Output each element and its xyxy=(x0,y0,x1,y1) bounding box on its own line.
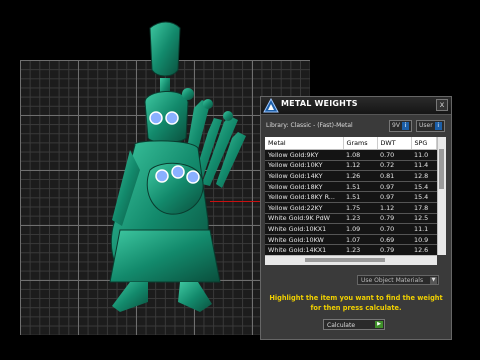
metal-weights-window: METAL WEIGHTS x Library: Classic - (Fast… xyxy=(260,96,452,340)
cell-grams: 1.23 xyxy=(343,244,377,255)
cell-metal: Yellow Gold:14KY xyxy=(265,170,343,182)
col-metal-header[interactable]: Metal xyxy=(265,137,344,150)
col-spg-header[interactable]: SPG xyxy=(411,137,437,150)
vertical-scrollbar[interactable] xyxy=(437,137,446,255)
cell-spg: 10.9 xyxy=(411,234,437,246)
cell-spg: 12.5 xyxy=(411,213,437,225)
table-row[interactable]: White Gold:9K PdW 1.23 0.79 12.5 xyxy=(265,213,437,225)
use-object-materials-label: Use Object Materials xyxy=(361,277,424,284)
cell-metal: White Gold:14KX1 xyxy=(265,244,343,255)
table-row[interactable]: Yellow Gold:18KY R... 1.51 0.97 15.4 xyxy=(265,191,437,203)
cell-metal: White Gold:9K PdW xyxy=(265,213,343,225)
use-object-materials-dropdown[interactable]: Use Object Materials ▼ xyxy=(357,275,439,285)
chevron-down-icon: ▼ xyxy=(430,277,437,284)
table-row[interactable]: Yellow Gold:22KY 1.75 1.12 17.8 xyxy=(265,202,437,214)
cell-grams: 1.75 xyxy=(343,202,377,214)
chip-9v-button[interactable]: 9V i xyxy=(389,120,412,132)
table-row[interactable]: White Gold:10KW 1.07 0.69 10.9 xyxy=(265,234,437,246)
table-row[interactable]: Yellow Gold:10KY 1.12 0.72 11.4 xyxy=(265,160,437,172)
cell-grams: 1.09 xyxy=(343,223,377,235)
cell-dwt: 0.79 xyxy=(377,244,411,255)
library-label: Library: Classic - (Fast)-Metal xyxy=(266,122,353,129)
cell-spg: 15.4 xyxy=(411,191,437,203)
cell-metal: Yellow Gold:18KY xyxy=(265,181,343,193)
cell-grams: 1.51 xyxy=(343,191,377,203)
cell-dwt: 0.72 xyxy=(377,160,411,172)
cell-dwt: 0.97 xyxy=(377,191,411,203)
chip-user-button[interactable]: User i xyxy=(416,120,445,132)
cell-spg: 11.1 xyxy=(411,223,437,235)
window-title: METAL WEIGHTS xyxy=(281,99,358,108)
col-grams-header[interactable]: Grams xyxy=(343,137,378,150)
play-icon: ▶ xyxy=(375,321,383,328)
instruction-text: Highlight the item you want to find the … xyxy=(269,294,443,312)
table-row[interactable]: Yellow Gold:18KY 1.51 0.97 15.4 xyxy=(265,181,437,193)
cell-dwt: 0.69 xyxy=(377,234,411,246)
scroll-thumb[interactable] xyxy=(439,149,444,189)
cell-dwt: 0.81 xyxy=(377,170,411,182)
chip-9v-label: 9V xyxy=(392,122,400,129)
table-row[interactable]: Yellow Gold:14KY 1.26 0.81 12.8 xyxy=(265,170,437,182)
info-icon: i xyxy=(434,122,442,130)
cell-grams: 1.07 xyxy=(343,234,377,246)
cell-metal: Yellow Gold:22KY xyxy=(265,202,343,214)
horizontal-scrollbar[interactable] xyxy=(265,255,437,265)
col-dwt-header[interactable]: DWT xyxy=(377,137,412,150)
window-titlebar[interactable]: METAL WEIGHTS x xyxy=(261,97,451,115)
table-row[interactable]: White Gold:14KX1 1.23 0.79 12.6 xyxy=(265,244,437,255)
cell-dwt: 0.70 xyxy=(377,223,411,235)
app-logo-icon xyxy=(263,98,279,113)
cell-spg: 15.4 xyxy=(411,181,437,193)
library-bar: Library: Classic - (Fast)-Metal 9V i User… xyxy=(261,115,451,137)
cell-spg: 12.6 xyxy=(411,244,437,255)
cell-dwt: 1.12 xyxy=(377,202,411,214)
table-row[interactable]: White Gold:10KX1 1.09 0.70 11.1 xyxy=(265,223,437,235)
chip-user-label: User xyxy=(419,122,433,129)
info-icon: i xyxy=(401,122,409,130)
metal-table: Metal Grams DWT SPG Yellow Gold:9KY 1.08 0… xyxy=(265,137,437,255)
cell-spg: 17.8 xyxy=(411,202,437,214)
cell-spg: 11.4 xyxy=(411,160,437,172)
cell-grams: 1.12 xyxy=(343,160,377,172)
cell-grams: 1.51 xyxy=(343,181,377,193)
cell-grams: 1.23 xyxy=(343,213,377,225)
cell-metal: Yellow Gold:18KY R... xyxy=(265,191,343,203)
cell-dwt: 0.79 xyxy=(377,213,411,225)
close-icon[interactable]: x xyxy=(436,99,448,111)
cell-metal: White Gold:10KX1 xyxy=(265,223,343,235)
cell-dwt: 0.97 xyxy=(377,181,411,193)
cell-spg: 11.0 xyxy=(411,149,437,161)
cell-metal: Yellow Gold:10KY xyxy=(265,160,343,172)
table-row[interactable]: Yellow Gold:9KY 1.08 0.70 11.0 xyxy=(265,149,437,161)
cell-grams: 1.08 xyxy=(343,149,377,161)
calculate-label: Calculate xyxy=(327,322,356,329)
scroll-thumb[interactable] xyxy=(305,258,385,262)
calculate-button[interactable]: Calculate ▶ xyxy=(323,319,385,330)
cell-grams: 1.26 xyxy=(343,170,377,182)
cell-dwt: 0.70 xyxy=(377,149,411,161)
cell-spg: 12.8 xyxy=(411,170,437,182)
cell-metal: White Gold:10KW xyxy=(265,234,343,246)
cell-metal: Yellow Gold:9KY xyxy=(265,149,343,161)
table-header: Metal Grams DWT SPG xyxy=(265,137,437,150)
